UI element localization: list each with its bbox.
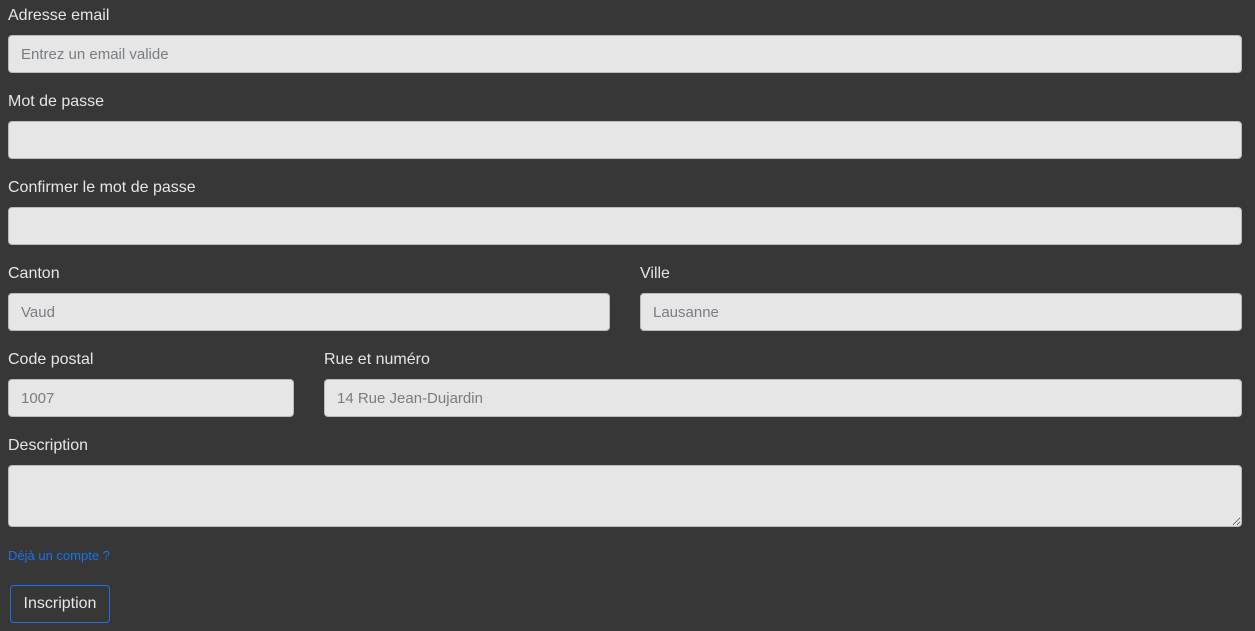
- canton-input[interactable]: [8, 293, 610, 331]
- description-label: Description: [8, 437, 89, 454]
- signup-button[interactable]: Inscription: [10, 585, 110, 623]
- login-link[interactable]: Déjà un compte ?: [8, 548, 110, 564]
- street-label: Rue et numéro: [324, 351, 430, 368]
- email-label: Adresse email: [8, 7, 110, 24]
- description-textarea[interactable]: [8, 465, 1242, 527]
- email-input[interactable]: [8, 35, 1242, 73]
- postal-code-input[interactable]: [8, 379, 294, 417]
- city-label: Ville: [640, 265, 670, 282]
- postal-code-label: Code postal: [8, 351, 94, 368]
- confirm-password-input[interactable]: [8, 207, 1242, 245]
- confirm-password-label: Confirmer le mot de passe: [8, 179, 196, 196]
- street-input[interactable]: [324, 379, 1242, 417]
- signup-form: Adresse email Mot de passe Confirmer le …: [0, 0, 1255, 631]
- city-input[interactable]: [640, 293, 1242, 331]
- password-input[interactable]: [8, 121, 1242, 159]
- canton-label: Canton: [8, 265, 60, 282]
- password-label: Mot de passe: [8, 93, 105, 110]
